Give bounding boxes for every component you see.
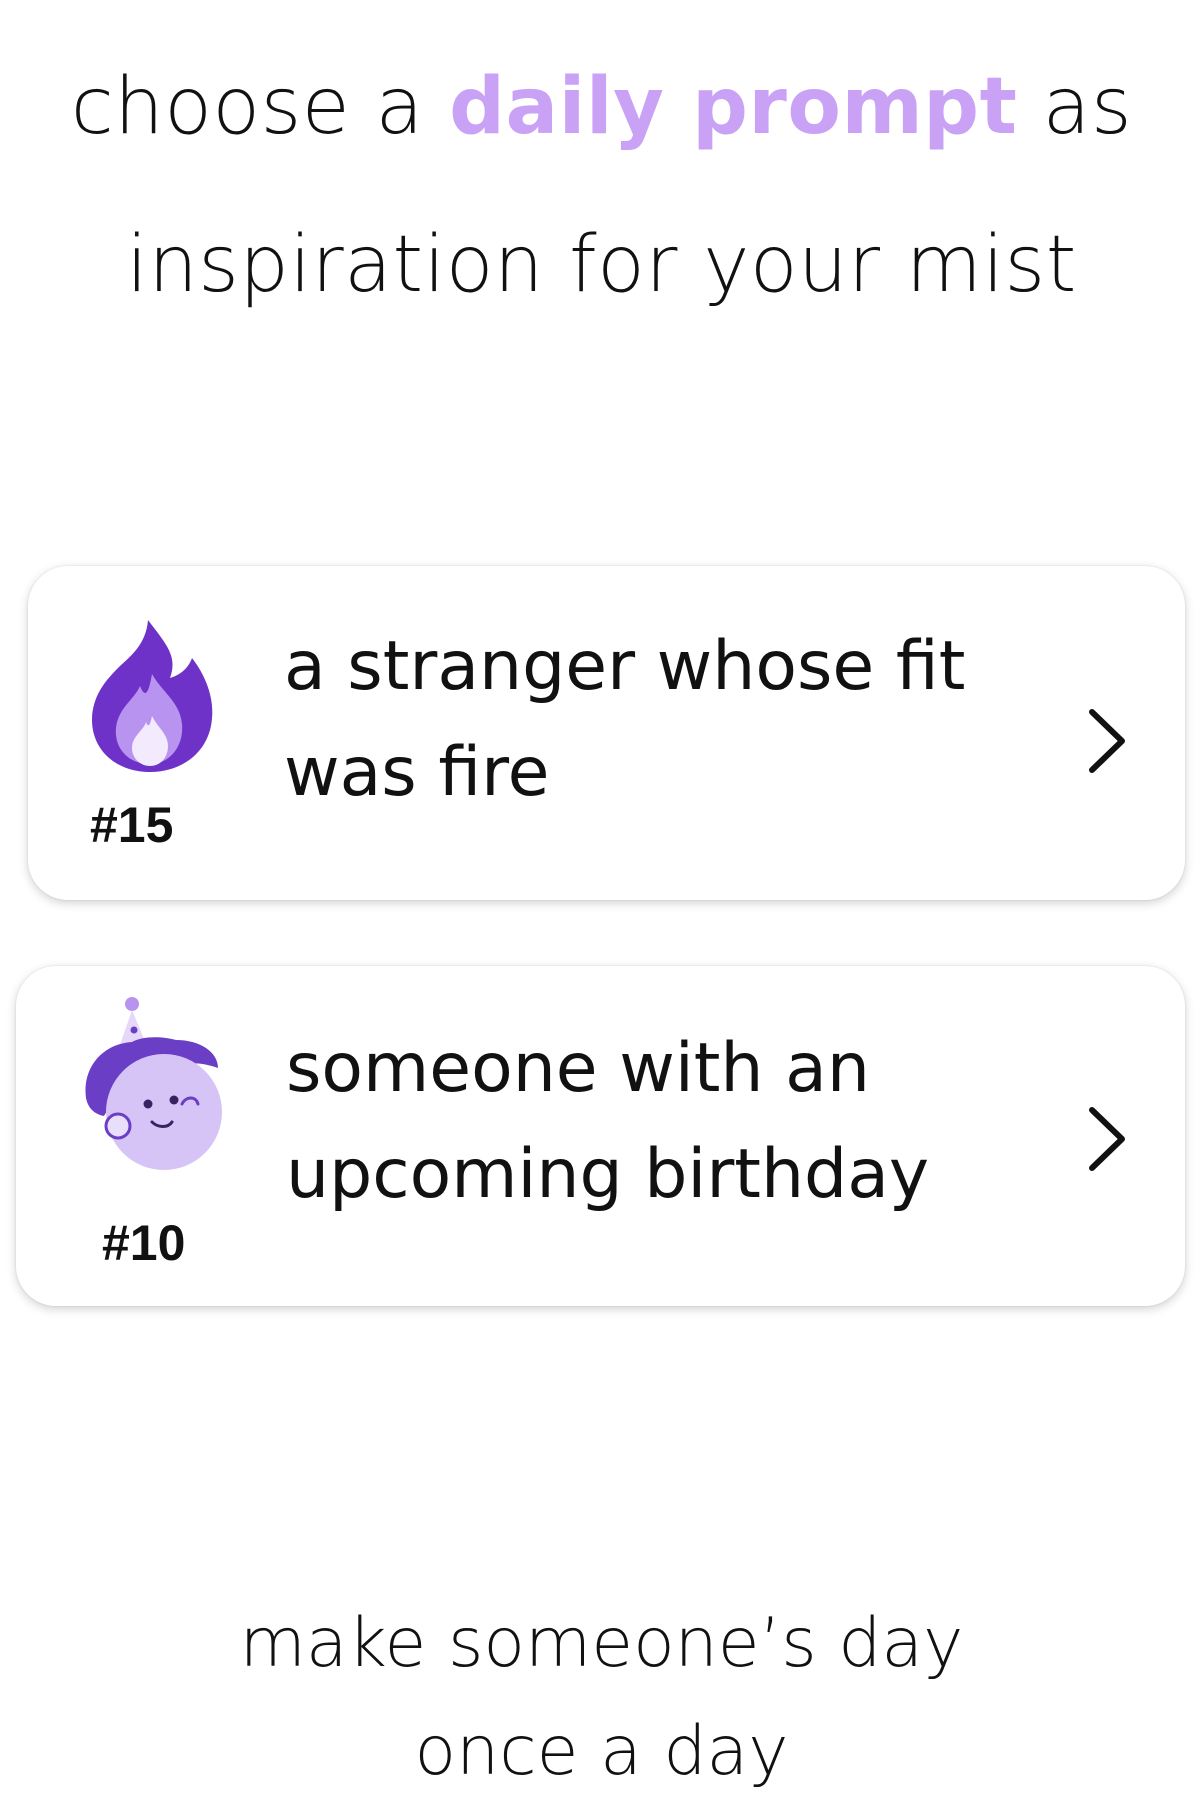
prompt-text: a stranger whose fit was fire <box>284 614 965 826</box>
headline-text-before: choose a <box>70 62 450 152</box>
purple-flame-icon <box>88 616 216 776</box>
prompt-text-line-2: was fire <box>284 733 550 812</box>
prompt-text: someone with an upcoming birthday <box>286 1016 929 1228</box>
chevron-right-icon[interactable] <box>1084 1104 1130 1174</box>
prompt-text-line-2: upcoming birthday <box>286 1135 930 1214</box>
footer-line-2: once a day <box>414 1712 789 1791</box>
chevron-right-icon[interactable] <box>1084 706 1130 776</box>
prompt-number: #10 <box>102 1215 186 1271</box>
prompt-card-birthday[interactable]: #10 someone with an upcoming birthday <box>16 966 1185 1306</box>
headline-highlight: daily prompt <box>449 62 1018 152</box>
headline: choose a daily prompt as inspiration for… <box>0 28 1203 344</box>
footer-line-1: make someone’s day <box>239 1604 964 1683</box>
prompt-card-fire[interactable]: #15 a stranger whose fit was fire <box>28 566 1185 900</box>
headline-line-2: inspiration for your mist <box>126 220 1077 310</box>
prompt-text-line-1: a stranger whose fit <box>284 627 966 706</box>
headline-line-1: choose a daily prompt as <box>0 28 1203 186</box>
footer-tagline: make someone’s day once a day <box>0 1590 1203 1806</box>
birthday-face-icon <box>82 996 222 1186</box>
headline-text-after: as <box>1017 62 1133 152</box>
prompt-number: #15 <box>90 797 174 853</box>
prompt-text-line-1: someone with an <box>286 1029 870 1108</box>
